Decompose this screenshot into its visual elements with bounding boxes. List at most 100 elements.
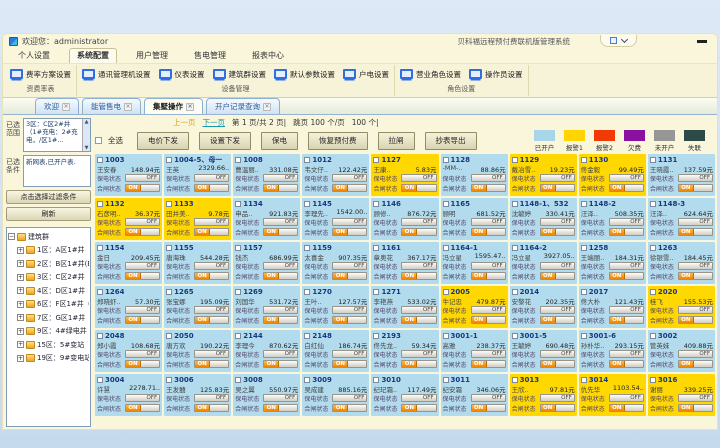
close-icon[interactable]: × xyxy=(62,103,70,111)
switch-status-toggle[interactable]: ON xyxy=(263,272,298,280)
meter-checkbox[interactable] xyxy=(166,245,172,251)
switch-status-toggle[interactable]: ON xyxy=(401,404,436,412)
meter-checkbox[interactable] xyxy=(235,289,241,295)
tree-node[interactable]: +2区：B区1#井(B… xyxy=(17,257,89,271)
meter-checkbox[interactable] xyxy=(373,201,379,207)
supply-status-toggle[interactable]: OFF xyxy=(332,394,367,402)
meter-checkbox[interactable] xyxy=(304,377,310,383)
switch-status-toggle[interactable]: ON xyxy=(125,272,160,280)
meter-checkbox[interactable] xyxy=(650,289,656,295)
collapse-icon[interactable]: − xyxy=(8,233,15,240)
meter-checkbox[interactable] xyxy=(373,377,379,383)
expand-icon[interactable]: + xyxy=(17,301,24,308)
switch-status-toggle[interactable]: ON xyxy=(401,228,436,236)
meter-checkbox[interactable] xyxy=(512,157,518,163)
ribbon-button[interactable]: 操作员设置 xyxy=(469,69,523,80)
supply-status-toggle[interactable]: OFF xyxy=(678,262,713,270)
selected-condition-box[interactable]: 新网表,已开户表. xyxy=(23,155,91,187)
meter-checkbox[interactable] xyxy=(373,333,379,339)
close-icon[interactable]: × xyxy=(263,103,271,111)
supply-status-toggle[interactable]: OFF xyxy=(609,350,644,358)
close-icon[interactable]: × xyxy=(124,103,132,111)
meter-checkbox[interactable] xyxy=(373,157,379,163)
switch-status-toggle[interactable]: ON xyxy=(678,404,713,412)
supply-status-toggle[interactable]: OFF xyxy=(401,350,436,358)
switch-status-toggle[interactable]: ON xyxy=(678,184,713,192)
supply-status-toggle[interactable]: OFF xyxy=(678,306,713,314)
switch-status-toggle[interactable]: ON xyxy=(194,316,229,324)
switch-status-toggle[interactable]: ON xyxy=(540,316,575,324)
ribbon-button[interactable]: 营业角色设置 xyxy=(400,69,461,80)
switch-status-toggle[interactable]: ON xyxy=(125,360,160,368)
prev-page-link[interactable]: 上一页 xyxy=(173,117,196,128)
scroll-up-icon[interactable]: ▲ xyxy=(85,119,89,125)
listbox-scrollbar[interactable]: ▲▼ xyxy=(82,119,90,151)
chevron-down-icon[interactable] xyxy=(621,36,628,43)
meter-checkbox[interactable] xyxy=(97,333,103,339)
switch-status-toggle[interactable]: ON xyxy=(263,184,298,192)
supply-status-toggle[interactable]: OFF xyxy=(540,262,575,270)
scroll-down-icon[interactable]: ▼ xyxy=(85,145,89,151)
action-button[interactable]: 电价下发 xyxy=(137,132,189,150)
switch-status-toggle[interactable]: ON xyxy=(678,228,713,236)
supply-status-toggle[interactable]: OFF xyxy=(125,306,160,314)
switch-status-toggle[interactable]: ON xyxy=(540,184,575,192)
switch-status-toggle[interactable]: ON xyxy=(540,228,575,236)
meter-checkbox[interactable] xyxy=(650,333,656,339)
supply-status-toggle[interactable]: OFF xyxy=(194,174,229,182)
ribbon-button[interactable]: 默认参数设置 xyxy=(274,69,335,80)
meter-checkbox[interactable] xyxy=(443,245,449,251)
supply-status-toggle[interactable]: OFF xyxy=(263,306,298,314)
meter-checkbox[interactable] xyxy=(97,157,103,163)
meter-checkbox[interactable] xyxy=(304,201,310,207)
ribbon-button[interactable]: 通讯管理机设置 xyxy=(82,69,151,80)
switch-status-toggle[interactable]: ON xyxy=(194,228,229,236)
meter-checkbox[interactable] xyxy=(235,333,241,339)
switch-status-toggle[interactable]: ON xyxy=(125,404,160,412)
jump-info[interactable]: 跳页 100 个/页 xyxy=(293,117,345,128)
switch-status-toggle[interactable]: ON xyxy=(678,360,713,368)
supply-status-toggle[interactable]: OFF xyxy=(471,350,506,358)
switch-status-toggle[interactable]: ON xyxy=(471,272,506,280)
switch-status-toggle[interactable]: ON xyxy=(609,272,644,280)
meter-checkbox[interactable] xyxy=(581,157,587,163)
ribbon-button[interactable]: 仪表设置 xyxy=(159,69,205,80)
meter-checkbox[interactable] xyxy=(235,377,241,383)
meter-checkbox[interactable] xyxy=(650,157,656,163)
expand-icon[interactable]: + xyxy=(17,341,24,348)
switch-status-toggle[interactable]: ON xyxy=(471,316,506,324)
supply-status-toggle[interactable]: OFF xyxy=(125,218,160,226)
supply-status-toggle[interactable]: OFF xyxy=(194,394,229,402)
switch-status-toggle[interactable]: ON xyxy=(401,360,436,368)
supply-status-toggle[interactable]: OFF xyxy=(540,394,575,402)
menu-item[interactable]: 报表中心 xyxy=(245,49,291,63)
action-button[interactable]: 保电 xyxy=(261,132,298,150)
expand-icon[interactable]: + xyxy=(17,287,24,294)
meter-checkbox[interactable] xyxy=(166,201,172,207)
switch-status-toggle[interactable]: ON xyxy=(125,316,160,324)
meter-checkbox[interactable] xyxy=(166,157,172,163)
switch-status-toggle[interactable]: ON xyxy=(540,404,575,412)
meter-checkbox[interactable] xyxy=(581,333,587,339)
switch-status-toggle[interactable]: ON xyxy=(125,184,160,192)
meter-checkbox[interactable] xyxy=(443,377,449,383)
supply-status-toggle[interactable]: OFF xyxy=(401,394,436,402)
switch-status-toggle[interactable]: ON xyxy=(609,316,644,324)
switch-status-toggle[interactable]: ON xyxy=(332,272,367,280)
supply-status-toggle[interactable]: OFF xyxy=(263,218,298,226)
menu-item[interactable]: 个人设置 xyxy=(11,49,57,63)
supply-status-toggle[interactable]: OFF xyxy=(678,174,713,182)
tab[interactable]: 集墅操作× xyxy=(144,98,203,114)
switch-status-toggle[interactable]: ON xyxy=(263,316,298,324)
switch-status-toggle[interactable]: ON xyxy=(263,228,298,236)
tree-root[interactable]: −建筑群 xyxy=(8,230,89,244)
switch-status-toggle[interactable]: ON xyxy=(194,272,229,280)
menu-item[interactable]: 售电管理 xyxy=(187,49,233,63)
ribbon-button[interactable]: 费率方案设置 xyxy=(10,69,71,80)
ribbon-button[interactable]: 建筑群设置 xyxy=(213,69,267,80)
meter-checkbox[interactable] xyxy=(443,157,449,163)
supply-status-toggle[interactable]: OFF xyxy=(194,262,229,270)
meter-checkbox[interactable] xyxy=(373,245,379,251)
supply-status-toggle[interactable]: OFF xyxy=(194,350,229,358)
action-button[interactable]: 恢复预付费 xyxy=(308,132,368,150)
